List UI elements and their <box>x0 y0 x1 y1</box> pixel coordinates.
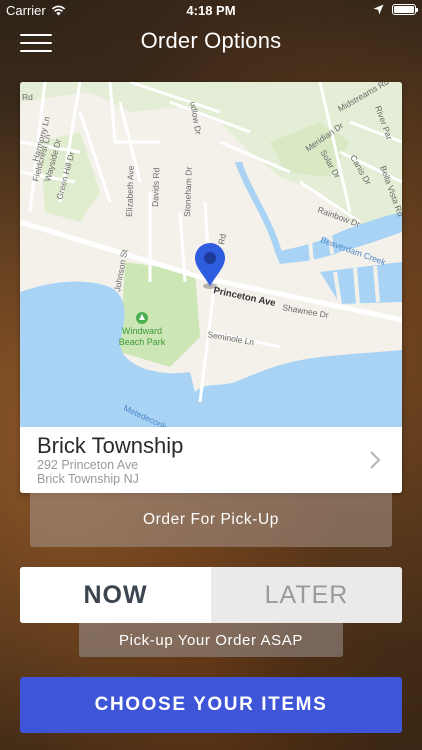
battery-fill <box>394 6 414 13</box>
battery-icon <box>392 4 418 15</box>
status-right <box>373 4 418 15</box>
map-label-rd-topleft: Rd <box>22 92 33 102</box>
map-view[interactable]: Rd Harmony Ln Fieldcrest Ln Wayside Dr G… <box>20 82 402 427</box>
location-card[interactable]: Rd Harmony Ln Fieldcrest Ln Wayside Dr G… <box>20 82 402 493</box>
map-label-rd-pin: Rd <box>216 233 228 246</box>
chevron-right-icon[interactable] <box>368 449 382 471</box>
choose-items-button[interactable]: CHOOSE YOUR ITEMS <box>20 677 402 733</box>
park-icon <box>136 312 148 324</box>
status-time: 4:18 PM <box>186 3 236 18</box>
nav-bar: Order Options <box>0 22 422 62</box>
map-label-elizabeth: Elizabeth Ave <box>124 165 136 217</box>
location-address-line1: 292 Princeton Ave <box>37 458 139 472</box>
map-label-park-line1: Windward <box>122 326 162 336</box>
map-label-stoneham: Stoneham Dr <box>182 167 194 218</box>
timing-segmented-control[interactable]: NOW LATER <box>20 567 402 623</box>
asap-note: Pick-up Your Order ASAP <box>79 623 343 657</box>
map-label-park-line2: Beach Park <box>119 337 166 347</box>
location-address-line2: Brick Township NJ <box>37 472 139 486</box>
page-title: Order Options <box>140 28 282 53</box>
location-arrow-icon <box>373 4 384 15</box>
location-name: Brick Township <box>37 433 184 458</box>
map-label-davids: Davids Rd <box>150 167 161 207</box>
later-segment[interactable]: LATER <box>211 567 402 623</box>
status-bar: Carrier 4:18 PM <box>0 0 422 22</box>
location-info[interactable]: Brick Township 292 Princeton Ave Brick T… <box>20 427 402 493</box>
now-segment[interactable]: NOW <box>20 567 211 623</box>
order-type-button[interactable]: Order For Pick-Up <box>30 493 392 547</box>
